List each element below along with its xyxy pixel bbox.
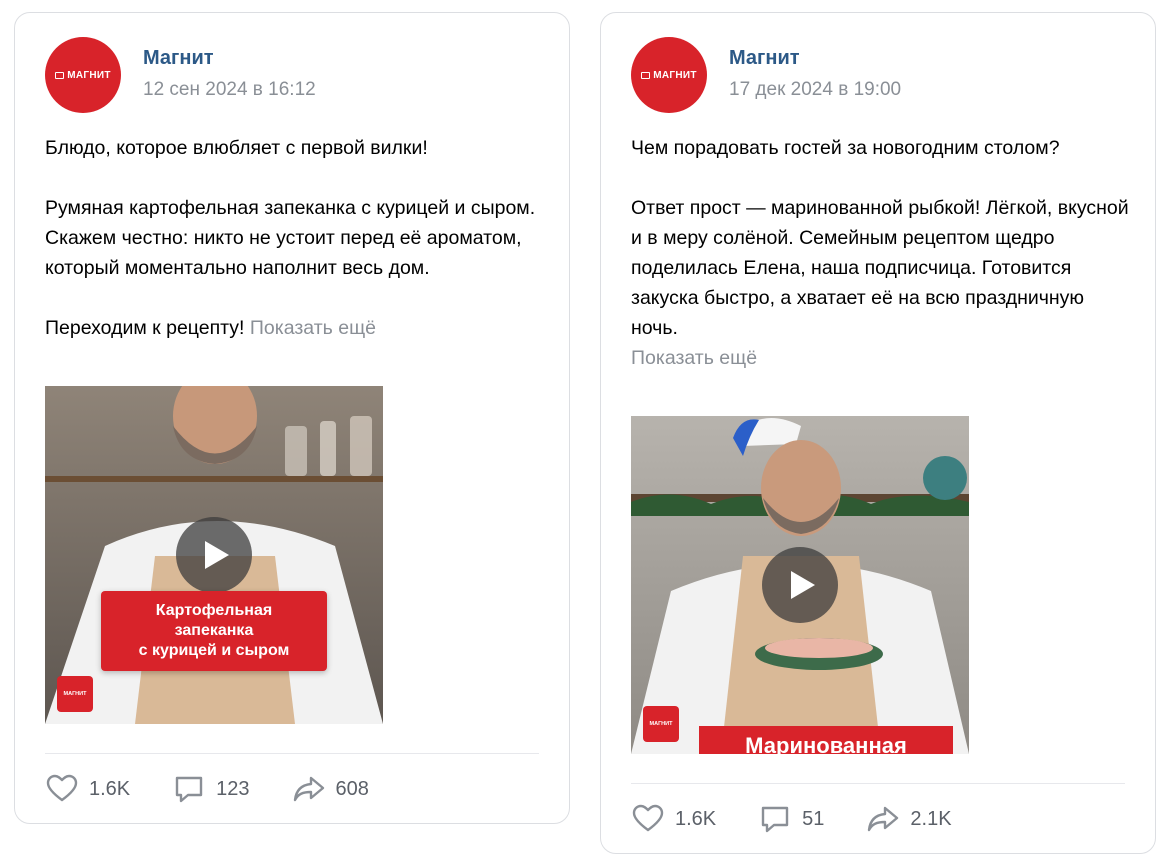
share-button[interactable]: 608 [292,773,369,805]
show-more-link[interactable]: Показать ещё [631,347,757,369]
avatar[interactable]: МАГНИТ [45,37,121,113]
post-text: Блюдо, которое влюбляет с первой вилки! … [45,133,545,343]
show-more-link[interactable]: Показать ещё [250,317,376,339]
play-button[interactable] [762,547,838,623]
comment-icon [175,776,203,803]
share-icon [868,806,899,832]
share-count: 2.1K [910,807,952,830]
avatar[interactable]: МАГНИТ [631,37,707,113]
video-thumbnail[interactable]: Маринованная МАГНИТ [631,416,969,754]
share-icon [293,776,324,802]
heart-icon [46,774,78,802]
magnit-logo: МАГНИТ [641,70,697,81]
magnit-logo: МАГНИТ [643,706,679,742]
comment-icon [761,806,789,833]
post-text-body: Чем порадовать гостей за новогодним стол… [631,137,1129,339]
video-title-banner: Картофельная запеканка с курицей и сыром [101,591,327,671]
magnit-logo: МАГНИТ [57,676,93,712]
divider [631,783,1125,784]
like-button[interactable]: 1.6K [45,773,130,805]
magnit-logo: МАГНИТ [55,70,111,81]
post-author-link[interactable]: Магнит [143,47,214,70]
post-author-link[interactable]: Магнит [729,47,800,70]
heart-icon [632,804,664,832]
share-button[interactable]: 2.1K [866,803,952,835]
comment-button[interactable]: 51 [758,803,824,835]
post-card: МАГНИТ Магнит 12 сен 2024 в 16:12 Блюдо,… [14,12,570,824]
like-count: 1.6K [675,807,717,830]
comment-count: 51 [802,807,825,830]
share-count: 608 [335,777,369,800]
divider [45,753,539,754]
play-icon [205,541,229,569]
comment-count: 123 [216,777,250,800]
post-actions: 1.6K 123 608 [45,773,411,805]
post-card: МАГНИТ Магнит 17 дек 2024 в 19:00 Чем по… [600,12,1156,854]
video-title-banner: Маринованная [699,726,953,754]
post-date[interactable]: 12 сен 2024 в 16:12 [143,79,316,101]
play-icon [791,571,815,599]
like-button[interactable]: 1.6K [631,803,716,835]
post-text: Чем порадовать гостей за новогодним стол… [631,133,1131,373]
comment-button[interactable]: 123 [172,773,250,805]
like-count: 1.6K [89,777,131,800]
video-thumbnail[interactable]: Картофельная запеканка с курицей и сыром… [45,386,383,724]
post-actions: 1.6K 51 2.1K [631,803,994,835]
post-date[interactable]: 17 дек 2024 в 19:00 [729,79,901,101]
play-button[interactable] [176,517,252,593]
post-text-body: Блюдо, которое влюбляет с первой вилки! … [45,137,536,339]
